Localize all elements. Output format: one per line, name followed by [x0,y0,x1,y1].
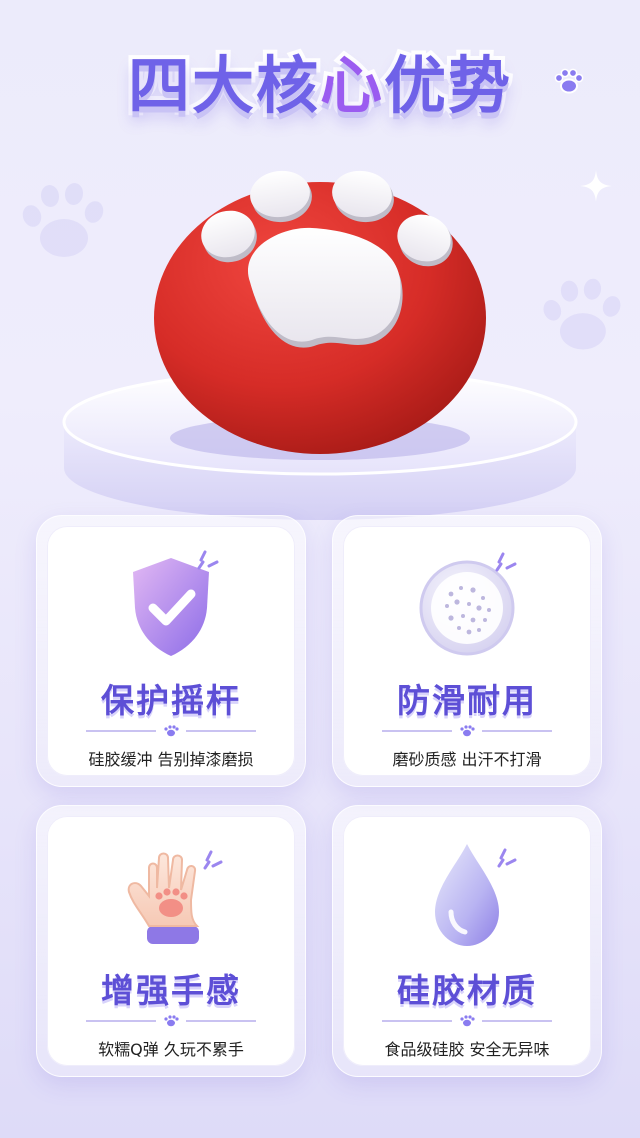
feature-subtitle: 软糯Q弹 久玩不累手 [98,1040,244,1059]
feature-title: 保护摇杆 [99,679,242,723]
feature-title: 硅胶材质 [395,969,538,1013]
feature-subtitle: 磨砂质感 出汗不打滑 [392,750,542,769]
paw-divider-icon [86,1015,256,1027]
feature-subtitle: 食品级硅胶 安全无异味 [384,1040,550,1059]
feature-subtitle: 硅胶缓冲 告别掉漆磨损 [88,750,254,769]
product-image [62,170,578,520]
feature-title: 防滑耐用 [395,679,538,723]
title-highlight: 心 [316,45,386,126]
feature-card-grip: 增强手感 软糯Q弹 久玩不累手 [36,805,306,1077]
textured-disc-icon [419,552,517,656]
paw-divider-icon [86,725,256,737]
feature-card-body: 硅胶材质 食品级硅胶 安全无异味 [343,816,591,1066]
page-title: 四大核心优势 [124,35,514,126]
shield-check-icon [133,550,219,656]
title-part-1: 四大核 [124,45,322,126]
feature-card-silicone: 硅胶材质 食品级硅胶 安全无异味 [332,805,602,1077]
feature-card-body: 增强手感 软糯Q弹 久玩不累手 [47,816,295,1066]
paw-icon [554,68,584,94]
paw-divider-icon [382,1015,552,1027]
water-drop-icon [435,844,517,946]
feature-title: 增强手感 [99,969,242,1013]
feature-card-antislip: 防滑耐用 磨砂质感 出汗不打滑 [332,515,602,787]
paw-divider-icon [382,725,552,737]
feature-card-protect: 保护摇杆 硅胶缓冲 告别掉漆磨损 [36,515,306,787]
title-part-2: 优势 [380,45,514,126]
feature-card-body: 防滑耐用 磨砂质感 出汗不打滑 [343,526,591,776]
feature-card-body: 保护摇杆 硅胶缓冲 告别掉漆磨损 [47,526,295,776]
title-banner: 四大核心优势 [0,30,640,130]
paw-glove-icon [127,850,223,944]
